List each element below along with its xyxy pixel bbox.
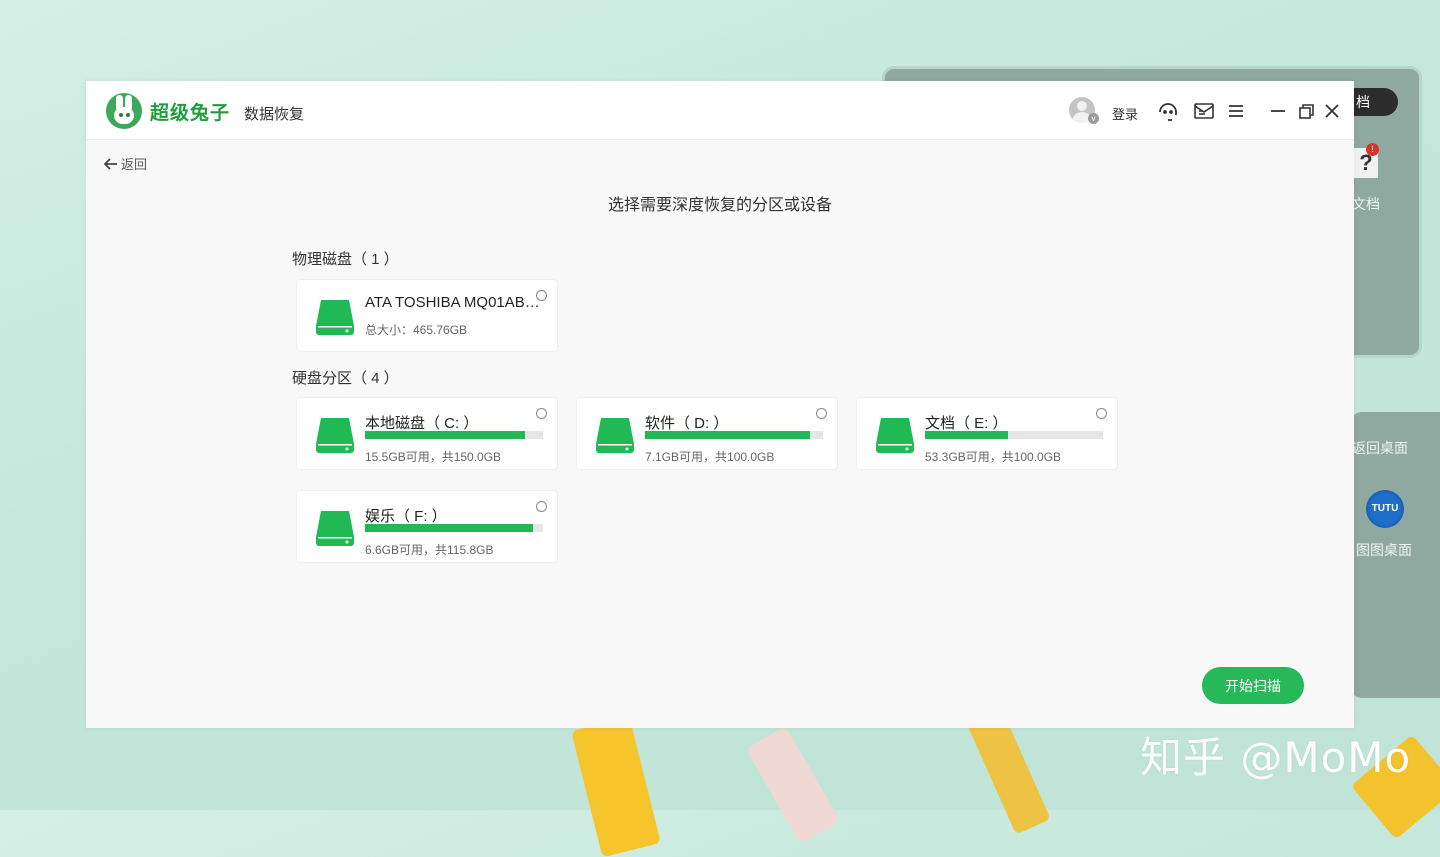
physical-disk-card[interactable]: ATA TOSHIBA MQ01ABD100 总大小：465.76GB [296,279,558,352]
background-doc-label: 文档 [1352,196,1380,212]
disk-name: ATA TOSHIBA MQ01ABD100 [365,294,543,311]
partition-name: 娱乐（ F: ） [365,508,447,525]
partition-available: 6.6GB可用，共115.8GB [365,543,494,557]
title-bar: 超级兔子 数据恢复 v 登录 [86,81,1354,140]
vip-badge: v [1088,113,1099,124]
drive-icon [595,416,635,459]
tutu-icon: TUTU [1366,490,1404,528]
disk-radio[interactable] [536,290,547,301]
back-label: 返回 [121,157,148,172]
message-icon[interactable] [1193,100,1215,127]
usage-fill [365,524,533,532]
background-pencil [967,709,1051,835]
start-scan-button[interactable]: 开始扫描 [1202,667,1304,704]
usage-bar [365,431,543,439]
drive-icon [875,416,915,459]
physical-disk-heading: 物理磁盘（ 1 ） [292,251,399,268]
partition-card-e[interactable]: 文档（ E: ） 53.3GB可用，共100.0GB [856,397,1118,470]
partition-available: 7.1GB可用，共100.0GB [645,450,775,464]
usage-bar [365,524,543,532]
partition-card-d[interactable]: 软件（ D: ） 7.1GB可用，共100.0GB [576,397,838,470]
partition-radio[interactable] [536,501,547,512]
usage-fill [645,431,811,439]
partition-name: 本地磁盘（ C: ） [365,415,479,432]
menu-icon[interactable] [1227,100,1245,127]
partition-card-f[interactable]: 娱乐（ F: ） 6.6GB可用，共115.8GB [296,490,558,563]
partition-name: 文档（ E: ） [925,415,1008,432]
back-button[interactable]: 返回 [103,154,148,173]
background-desktop-label: 返回桌面 [1352,440,1408,456]
usage-bar [925,431,1103,439]
partition-card-c[interactable]: 本地磁盘（ C: ） 15.5GB可用，共150.0GB [296,397,558,470]
partition-available: 15.5GB可用，共150.0GB [365,450,502,464]
usage-fill [365,431,525,439]
background-tutu-label: 图图桌面 [1356,542,1412,558]
partition-available: 53.3GB可用，共100.0GB [925,450,1062,464]
partition-radio[interactable] [1096,408,1107,419]
partition-name: 软件（ D: ） [645,415,729,432]
drive-icon [315,416,355,459]
page-title: 选择需要深度恢复的分区或设备 [607,197,832,214]
close-icon[interactable] [1323,100,1341,127]
partition-heading: 硬盘分区（ 4 ） [292,370,399,387]
watermark: 知乎 @MoMo [1140,733,1412,782]
usage-fill [925,431,1009,439]
background-doc-badge: ! [1366,143,1379,156]
brand-subtitle: 数据恢复 [244,106,305,123]
background-pill: 档 [1354,88,1398,116]
partition-radio[interactable] [536,408,547,419]
background-pencil [571,716,661,857]
minimize-icon[interactable] [1269,100,1287,127]
customer-service-icon[interactable] [1157,100,1179,127]
login-link[interactable]: 登录 [1112,104,1138,123]
arrow-left-icon [103,158,117,170]
usage-bar [645,431,823,439]
restore-icon[interactable] [1297,100,1315,127]
brand-name: 超级兔子 [150,103,231,124]
app-window: 超级兔子 数据恢复 v 登录 返回 选择需要深度恢复的分区或设备 物理磁盘（ 1… [86,81,1354,728]
rabbit-logo-icon [106,93,142,129]
drive-icon [315,509,355,552]
drive-icon [315,298,355,341]
disk-size: 总大小：465.76GB [365,323,468,337]
background-strip [745,725,841,845]
partition-radio[interactable] [816,408,827,419]
